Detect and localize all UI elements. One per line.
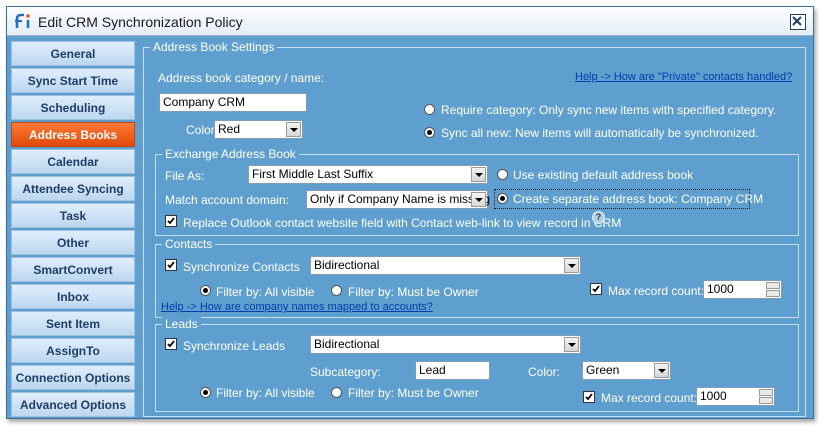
replace-website-checkbox[interactable] [165,215,177,227]
leads-max-value: 1000 [700,389,727,403]
use-existing-label[interactable]: Use existing default address book [513,168,693,182]
sidebar-item-other[interactable]: Other [11,230,135,255]
question-icon[interactable]: ? [592,211,605,224]
sync-all-new-radio[interactable] [424,127,435,138]
sidebar-item-calendar[interactable]: Calendar [11,149,135,174]
close-button[interactable] [790,14,806,30]
create-separate-radio[interactable] [497,193,508,204]
sync-leads-label[interactable]: Synchronize Leads [183,339,285,353]
sidebar-item-advanced-options[interactable]: Advanced Options [11,392,135,417]
settings-content: Address Book Settings Address book categ… [143,40,806,417]
leads-direction-value: Bidirectional [314,337,380,351]
contacts-filter-all-label[interactable]: Filter by: All visible [216,285,315,299]
company-names-help-link[interactable]: Help -> How are company names mapped to … [161,301,433,313]
contacts-max-checkbox[interactable] [590,283,602,295]
category-name-input[interactable]: Company CRM [159,93,307,112]
file-as-select-value: First Middle Last Suffix [252,167,374,181]
chevron-down-icon[interactable] [471,192,486,207]
leads-filter-all-radio[interactable] [200,387,211,398]
subcategory-input[interactable]: Lead [415,361,490,380]
match-domain-select[interactable]: Only if Company Name is missing [306,190,491,209]
check-icon [167,217,175,225]
contacts-max-value: 1000 [707,282,734,296]
sidebar-item-assignto[interactable]: AssignTo [11,338,135,363]
spin-up-icon[interactable] [766,282,780,289]
window-title: Edit CRM Synchronization Policy [38,14,243,30]
leads-max-checkbox[interactable] [583,391,595,403]
sidebar-item-smartconvert[interactable]: SmartConvert [11,257,135,282]
contacts-direction-value: Bidirectional [314,258,380,272]
close-icon [792,16,802,26]
address-book-settings-legend: Address Book Settings [150,40,278,54]
chevron-down-icon[interactable] [564,337,579,352]
leads-color-select[interactable]: Green [582,361,671,380]
check-icon [585,393,593,401]
contacts-max-spinner[interactable]: 1000 [703,280,782,299]
sidebar-item-attendee-syncing[interactable]: Attendee Syncing [11,176,135,201]
sidebar-item-connection-options[interactable]: Connection Options [11,365,135,390]
check-icon [167,340,175,348]
sidebar-item-sent-item[interactable]: Sent Item [11,311,135,336]
contacts-max-label: Max record count: [608,284,705,298]
leads-legend: Leads [162,317,201,331]
leads-filter-owner-label[interactable]: Filter by: Must be Owner [348,386,479,400]
spin-up-icon[interactable] [759,389,773,396]
contacts-filter-all-radio[interactable] [200,285,211,296]
sidebar-item-address-books[interactable]: Address Books [11,122,135,147]
leads-direction-select[interactable]: Bidirectional [310,335,581,354]
sidebar-item-inbox[interactable]: Inbox [11,284,135,309]
settings-sidebar: General Sync Start Time Scheduling Addre… [11,41,135,419]
replace-website-label[interactable]: Replace Outlook contact website field wi… [183,216,621,230]
chevron-down-icon[interactable] [654,363,669,378]
subcategory-label: Subcategory: [310,365,381,379]
spin-down-icon[interactable] [759,397,773,404]
file-as-label: File As: [165,169,205,183]
file-as-select[interactable]: First Middle Last Suffix [248,165,488,184]
app-logo-icon [15,13,30,28]
contacts-filter-owner-label[interactable]: Filter by: Must be Owner [348,285,479,299]
use-existing-radio[interactable] [497,169,508,180]
leads-filter-owner-radio[interactable] [331,387,342,398]
sync-contacts-checkbox[interactable] [165,259,177,271]
require-category-radio[interactable] [424,104,435,115]
exchange-address-book-legend: Exchange Address Book [162,147,299,161]
chevron-down-icon[interactable] [564,258,579,273]
contacts-direction-select[interactable]: Bidirectional [310,256,581,275]
sync-leads-checkbox[interactable] [165,338,177,350]
leads-color-label: Color: [528,365,561,379]
match-domain-select-value: Only if Company Name is missing [310,192,491,206]
sidebar-item-task[interactable]: Task [11,203,135,228]
contacts-filter-owner-radio[interactable] [331,285,342,296]
title-bar[interactable]: Edit CRM Synchronization Policy [7,7,813,36]
sync-all-new-label[interactable]: Sync all new: New items will automatical… [441,126,758,140]
private-contacts-help-link[interactable]: Help -> How are "Private" contacts handl… [575,71,792,83]
chevron-down-icon[interactable] [286,122,301,137]
sidebar-item-scheduling[interactable]: Scheduling [11,95,135,120]
color-select-value: Red [218,122,241,136]
require-category-label[interactable]: Require category: Only sync new items wi… [441,103,776,117]
contacts-legend: Contacts [162,237,216,251]
check-icon [167,261,175,269]
match-domain-label: Match account domain: [165,193,290,207]
leads-filter-all-label[interactable]: Filter by: All visible [216,386,315,400]
leads-max-spinner[interactable]: 1000 [696,387,775,406]
policy-dialog: Edit CRM Synchronization Policy General … [6,6,814,419]
create-separate-label[interactable]: Create separate address book: Company CR… [513,192,763,206]
category-name-label: Address book category / name: [158,71,325,85]
color-select[interactable]: Red [214,120,303,139]
leads-max-label: Max record count: [601,391,698,405]
leads-color-value: Green [586,363,620,377]
spin-down-icon[interactable] [766,290,780,297]
sync-contacts-label[interactable]: Synchronize Contacts [183,260,300,274]
sidebar-item-sync-start-time[interactable]: Sync Start Time [11,68,135,93]
sidebar-item-general[interactable]: General [11,41,135,66]
chevron-down-icon[interactable] [471,167,486,182]
check-icon [592,285,600,293]
